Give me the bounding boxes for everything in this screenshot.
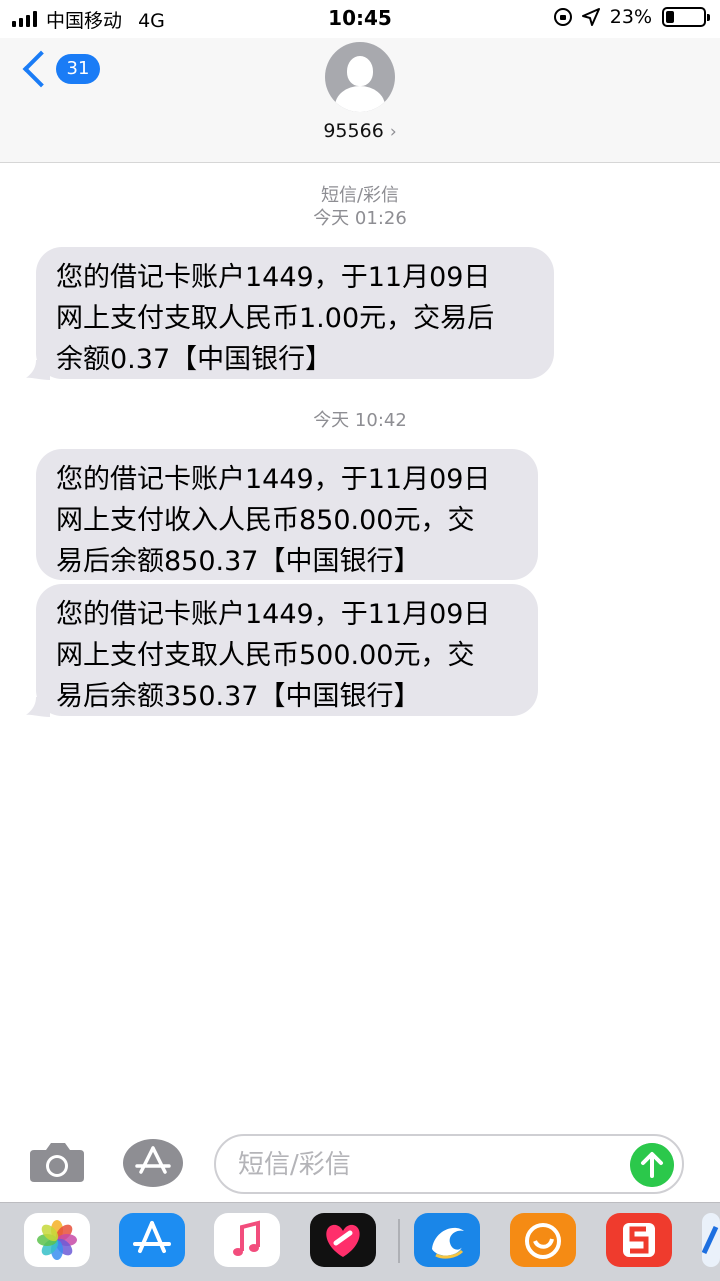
photos-app-icon[interactable]	[24, 1213, 90, 1267]
battery-percent: 23%	[609, 6, 652, 28]
back-button[interactable]: 31	[20, 50, 100, 88]
contact-number: 95566	[323, 120, 384, 142]
partial-app-icon[interactable]	[702, 1213, 720, 1267]
message-line: 网上支付收入人民币850.00元，交	[56, 505, 475, 536]
message-line: 网上支付支取人民币500.00元，交	[56, 640, 475, 671]
conversation-header: 31 95566 ›	[0, 38, 720, 163]
message-bubble[interactable]: 您的借记卡账户1449，于11月09日 网上支付支取人民币500.00元，交 易…	[36, 584, 538, 716]
music-app-icon[interactable]	[214, 1213, 280, 1267]
message-line: 您的借记卡账户1449，于11月09日	[56, 599, 491, 630]
timestamp: 今天 01:26	[313, 208, 407, 229]
rotation-lock-icon	[553, 8, 572, 26]
timestamp: 今天 10:42	[313, 410, 407, 431]
uc-browser-app-icon[interactable]	[510, 1213, 576, 1267]
battery-level	[666, 11, 674, 23]
message-bubble[interactable]: 您的借记卡账户1449，于11月09日 网上支付收入人民币850.00元，交 易…	[36, 449, 538, 580]
message-line: 您的借记卡账户1449，于11月09日	[56, 464, 491, 495]
heart-app-icon[interactable]	[310, 1213, 376, 1267]
send-button[interactable]	[630, 1143, 674, 1187]
contact-name[interactable]: 95566 ›	[0, 120, 720, 142]
message-line: 易后余额850.37【中国银行】	[56, 546, 421, 577]
dock-divider	[398, 1219, 400, 1263]
message-input[interactable]	[236, 1136, 630, 1194]
service-label: 短信/彩信	[320, 185, 400, 206]
message-input-field[interactable]	[214, 1134, 684, 1194]
location-icon	[581, 8, 600, 26]
unread-badge: 31	[56, 54, 100, 84]
contact-avatar[interactable]	[325, 42, 395, 112]
chevron-left-icon	[22, 50, 60, 88]
message-line: 易后余额350.37【中国银行】	[56, 681, 421, 712]
message-line: 余额0.37【中国银行】	[56, 344, 333, 375]
app-drawer	[0, 1202, 720, 1281]
dolphin-app-icon[interactable]	[414, 1213, 480, 1267]
message-line: 您的借记卡账户1449，于11月09日	[56, 262, 491, 293]
message-line: 网上支付支取人民币1.00元，交易后	[56, 303, 495, 334]
status-bar: 中国移动 4G 10:45 23%	[0, 0, 720, 38]
app-store-icon[interactable]	[122, 1138, 184, 1188]
app-store-app-icon[interactable]	[119, 1213, 185, 1267]
message-bubble[interactable]: 您的借记卡账户1449，于11月09日 网上支付支取人民币1.00元，交易后 余…	[36, 247, 554, 379]
camera-icon[interactable]	[28, 1140, 86, 1184]
sogou-app-icon[interactable]	[606, 1213, 672, 1267]
chevron-right-icon: ›	[389, 122, 397, 142]
battery-icon	[662, 7, 710, 27]
